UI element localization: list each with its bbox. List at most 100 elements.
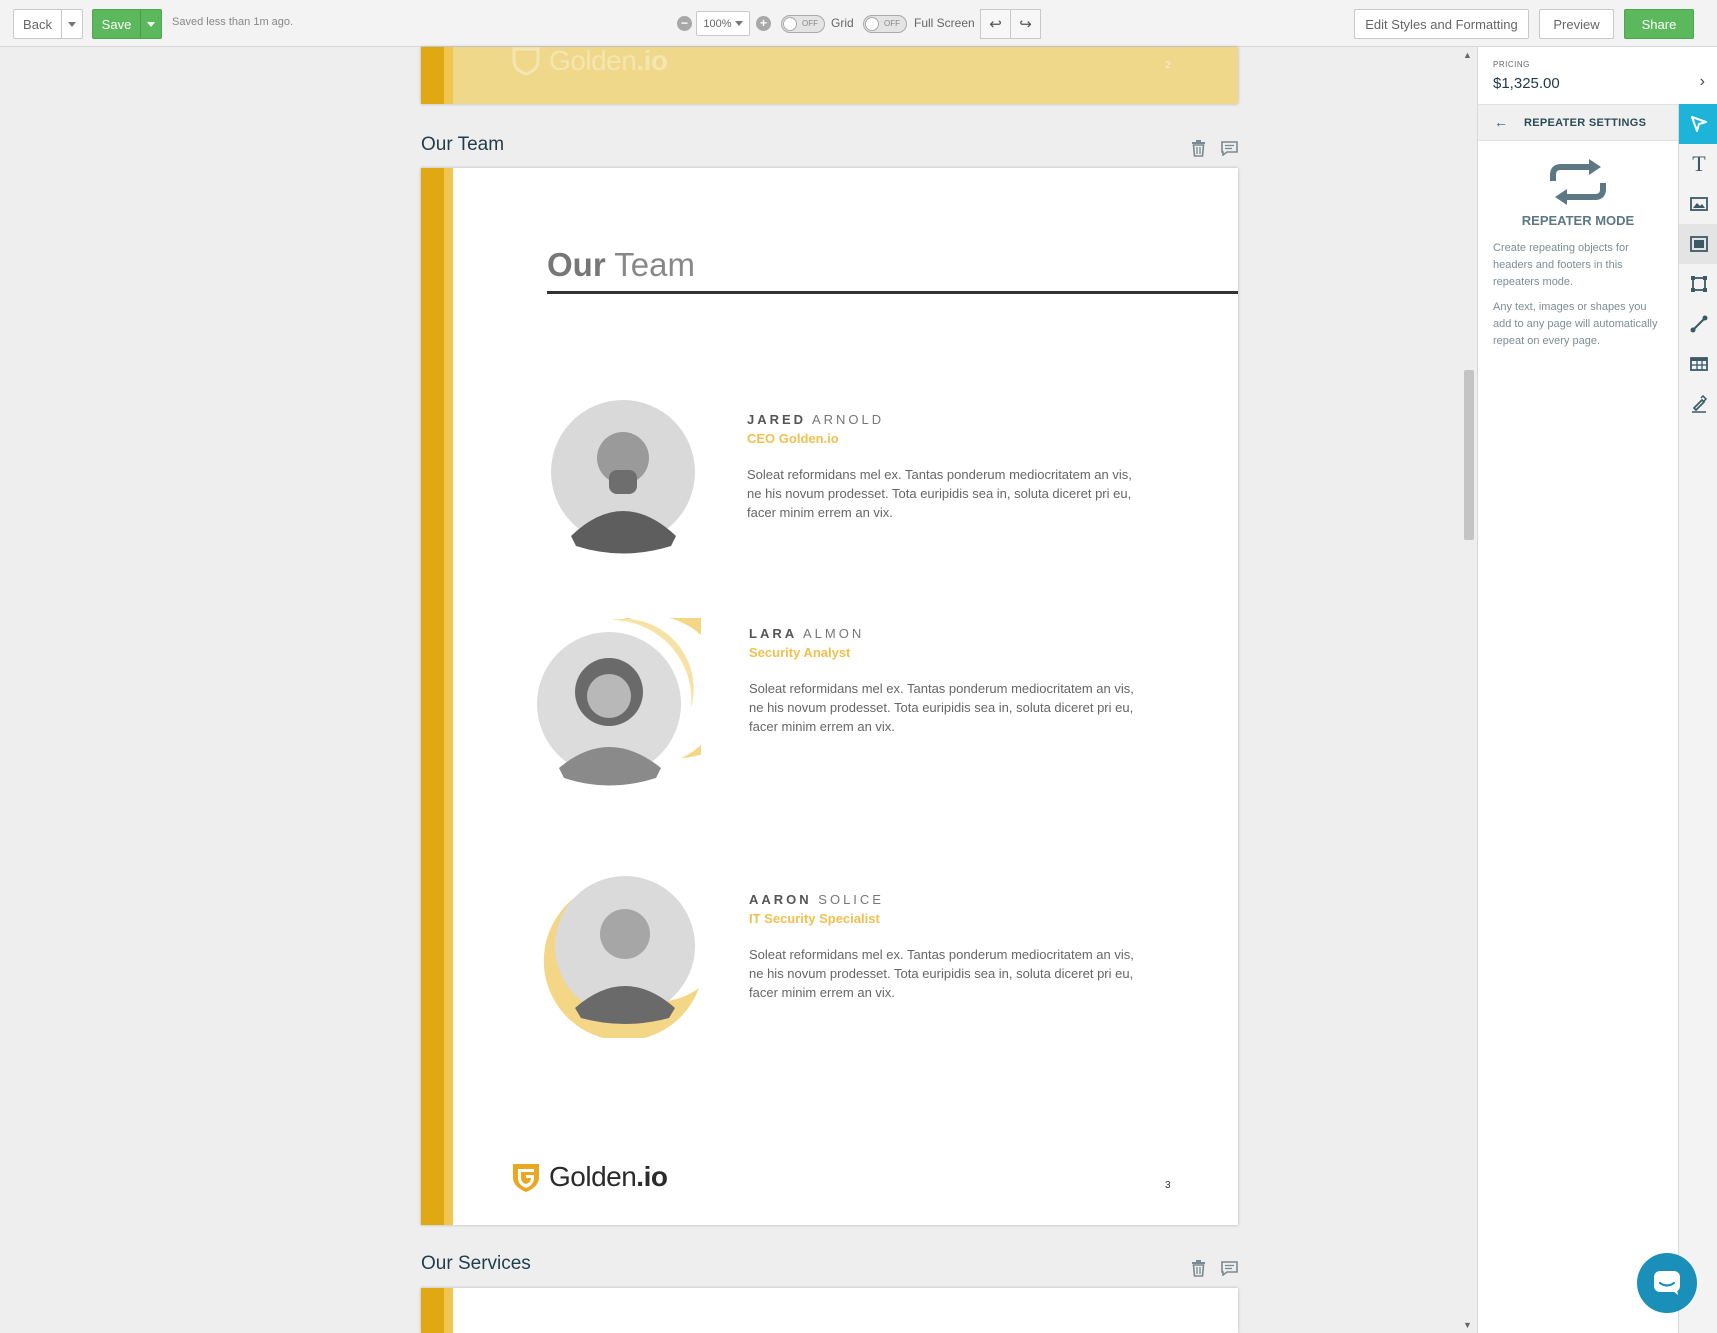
member-first-name: LARA: [749, 626, 798, 641]
logo-suffix: .io: [636, 47, 668, 76]
member-name: JARED ARNOLD: [747, 412, 884, 427]
fullscreen-label: Full Screen: [914, 16, 975, 30]
logo-suffix: .io: [636, 1161, 668, 1192]
member-role: CEO Golden.io: [747, 431, 839, 446]
cursor-tool[interactable]: [1679, 104, 1717, 144]
chevron-down-icon: [68, 21, 76, 27]
page-heading[interactable]: Our Team: [547, 246, 695, 284]
team-member[interactable]: JARED ARNOLD CEO Golden.io Soleat reform…: [531, 386, 1171, 556]
line-icon: [1690, 315, 1708, 333]
edit-styles-button[interactable]: Edit Styles and Formatting: [1354, 9, 1529, 39]
page-stripe-light: [444, 47, 453, 104]
chevron-right-icon[interactable]: ›: [1700, 73, 1705, 91]
logo-text: Golden.io: [549, 47, 668, 77]
undo-button[interactable]: ↩: [980, 9, 1011, 39]
member-last-name: ALMON: [797, 626, 865, 641]
zoom-in-icon[interactable]: +: [756, 16, 771, 31]
repeat-icon: [1550, 159, 1606, 205]
trash-icon[interactable]: [1191, 140, 1206, 161]
team-member[interactable]: AARON SOLICE IT Security Specialist Sole…: [531, 868, 1171, 1038]
redo-icon: ↪: [1019, 16, 1032, 33]
zoom-out-icon[interactable]: −: [677, 16, 692, 31]
pricing-label: PRICING: [1493, 60, 1530, 69]
image-icon: [1690, 197, 1708, 211]
section-title-our-team[interactable]: Our Team: [421, 134, 504, 156]
services-page[interactable]: [421, 1288, 1238, 1333]
share-button[interactable]: Share: [1624, 9, 1694, 39]
page-number: 3: [1165, 1180, 1171, 1191]
undo-icon: ↩: [989, 16, 1002, 33]
section-title-our-services[interactable]: Our Services: [421, 1253, 531, 1275]
member-first-name: AARON: [749, 892, 812, 907]
member-name: AARON SOLICE: [749, 892, 884, 907]
page-stripe-light: [444, 168, 453, 1225]
shield-logo-icon: [513, 1164, 539, 1192]
grid-label: Grid: [831, 16, 854, 30]
shape-tool[interactable]: [1679, 264, 1717, 304]
table-tool[interactable]: [1679, 344, 1717, 384]
redo-button[interactable]: ↪: [1010, 9, 1041, 39]
zoom-select[interactable]: 100%: [696, 11, 750, 36]
chat-widget-button[interactable]: [1637, 1253, 1697, 1313]
fullscreen-toggle[interactable]: OFF: [863, 15, 907, 33]
toggle-knob: [865, 17, 879, 31]
scrollbar-thumb[interactable]: [1464, 370, 1474, 540]
member-first-name: JARED: [747, 412, 807, 427]
back-arrow-icon[interactable]: ←: [1494, 114, 1508, 130]
back-button[interactable]: Back: [13, 9, 62, 39]
comment-icon[interactable]: [1221, 1261, 1238, 1280]
page-number: 2: [1165, 60, 1171, 71]
chat-icon: [1654, 1271, 1680, 1295]
page-stripe: [421, 47, 444, 104]
team-page[interactable]: Our Team JARED ARNOLD CEO Golden.io Sole…: [421, 168, 1238, 1225]
table-icon: [1690, 357, 1708, 371]
preview-button[interactable]: Preview: [1539, 9, 1614, 39]
toggle-knob: [783, 17, 797, 31]
previous-page-footer[interactable]: Golden.io 2: [421, 47, 1238, 104]
fullscreen-toggle-state: OFF: [884, 19, 900, 28]
member-role: IT Security Specialist: [749, 911, 880, 926]
repeater-description: Create repeating objects for headers and…: [1493, 242, 1629, 288]
video-tool[interactable]: [1679, 224, 1717, 264]
text-icon: T: [1692, 151, 1706, 176]
logo-name: Golden: [549, 47, 637, 76]
shape-icon: [1691, 276, 1707, 292]
team-member[interactable]: LARA ALMON Security Analyst Soleat refor…: [531, 618, 1171, 788]
save-dropdown-button[interactable]: [140, 9, 162, 39]
heading-divider: [547, 291, 1238, 294]
trash-icon[interactable]: [1191, 1260, 1206, 1281]
page-stripe-light: [444, 1288, 453, 1333]
vertical-scrollbar[interactable]: ▲ ▼: [1460, 47, 1477, 1333]
logo-name: Golden: [549, 1161, 637, 1192]
member-role: Security Analyst: [749, 645, 851, 660]
member-bio: Soleat reformidans mel ex. Tantas ponder…: [747, 467, 1132, 520]
golden-logo: Golden.io: [511, 47, 668, 77]
video-icon: [1690, 236, 1708, 252]
scroll-down-icon[interactable]: ▼: [1463, 1320, 1472, 1330]
back-dropdown-button[interactable]: [61, 9, 83, 39]
signature-icon: [1692, 395, 1708, 413]
repeater-settings-header: ← REPEATER SETTINGS: [1478, 104, 1678, 141]
repeater-mode-title: REPEATER MODE: [1521, 213, 1635, 228]
comment-icon[interactable]: [1221, 141, 1238, 160]
heading-light: Team: [605, 246, 695, 283]
top-toolbar: Back Save Saved less than 1m ago. − 100%…: [0, 0, 1717, 47]
avatar: [537, 618, 701, 786]
page-stripe: [421, 1288, 444, 1333]
settings-panel: PRICING $1,325.00 › ← REPEATER SETTINGS …: [1477, 47, 1717, 1333]
save-button[interactable]: Save: [92, 9, 141, 39]
pricing-value[interactable]: $1,325.00: [1493, 75, 1560, 92]
grid-toggle-state: OFF: [802, 19, 818, 28]
text-tool[interactable]: T: [1679, 144, 1717, 184]
chevron-down-icon: [734, 21, 743, 26]
scroll-up-icon[interactable]: ▲: [1463, 50, 1472, 60]
image-tool[interactable]: [1679, 184, 1717, 224]
save-status: Saved less than 1m ago.: [172, 16, 294, 28]
avatar: [533, 390, 695, 554]
chevron-down-icon: [147, 21, 155, 27]
line-tool[interactable]: [1679, 304, 1717, 344]
shield-logo-icon: [512, 47, 540, 76]
grid-toggle[interactable]: OFF: [781, 15, 825, 33]
signature-tool[interactable]: [1679, 384, 1717, 424]
repeater-settings-title: REPEATER SETTINGS: [1524, 117, 1647, 129]
